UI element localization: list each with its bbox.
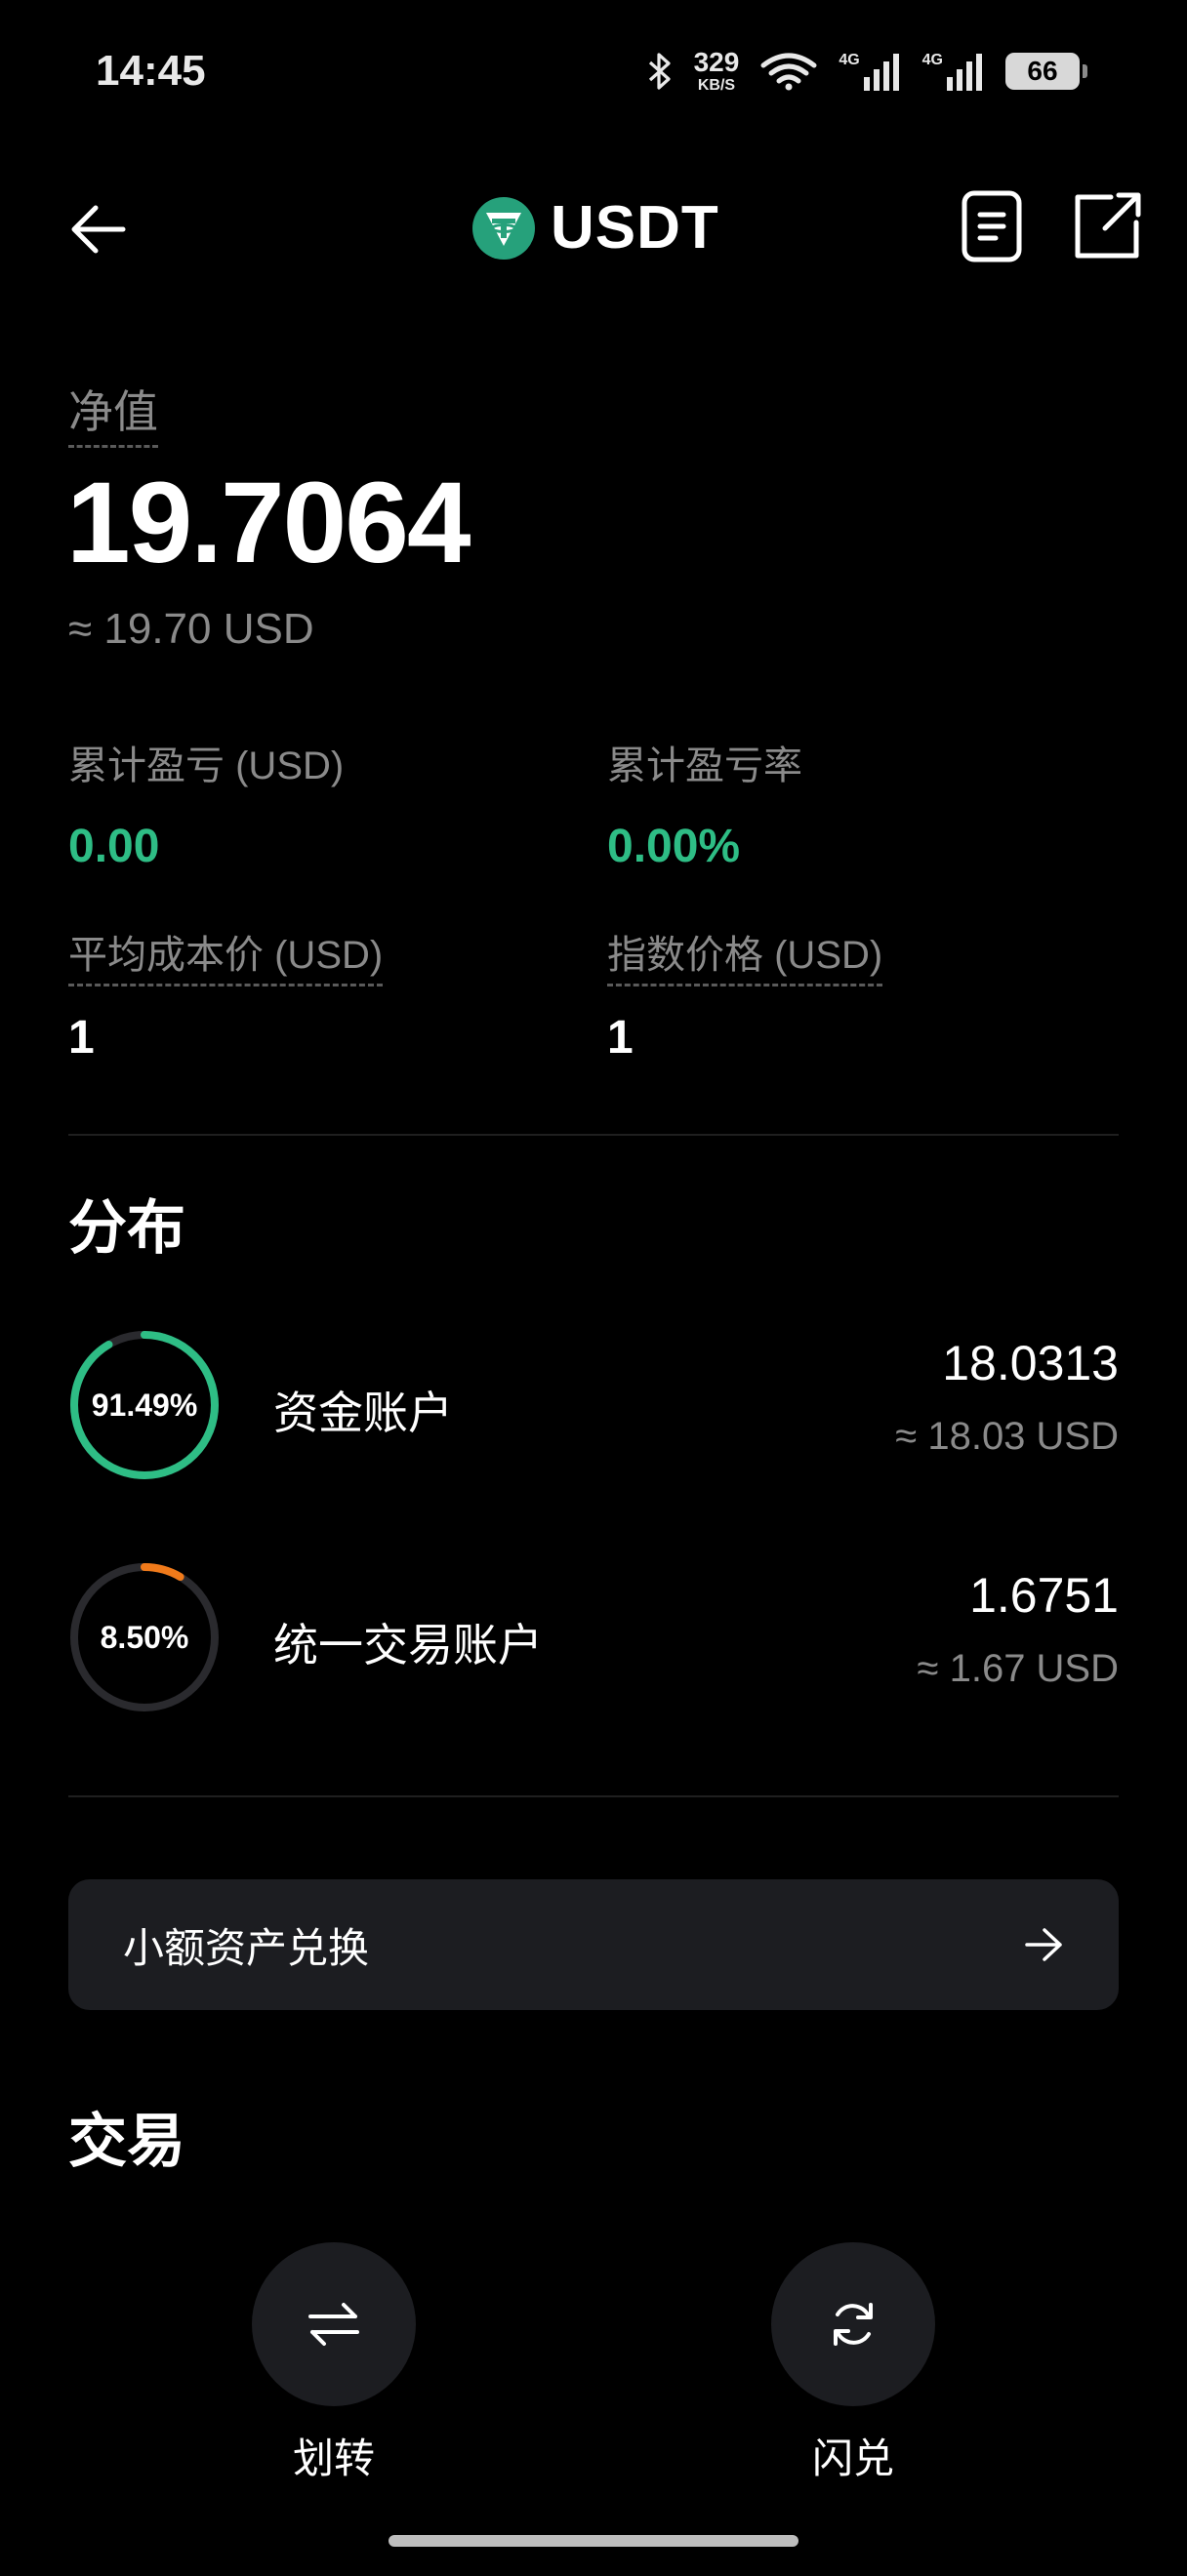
flash-swap-label: 闪兑 — [811, 2435, 894, 2481]
network-speed: 329 KB/S — [694, 49, 740, 94]
account-amount: 1.6751 — [969, 1568, 1119, 1623]
flash-swap-action[interactable]: 闪兑 — [756, 2242, 951, 2485]
distribution-title: 分布 — [68, 1195, 185, 1261]
header-title-group: USDT — [472, 193, 719, 262]
share-external-icon — [1075, 192, 1141, 259]
flash-swap-button[interactable] — [771, 2242, 935, 2406]
signal-bars-icon — [947, 54, 982, 91]
index-price-label[interactable]: 指数价格 (USD) — [607, 923, 883, 986]
cell-signal-2: 4G — [922, 52, 984, 91]
transfer-button[interactable] — [252, 2242, 416, 2406]
net-value-label[interactable]: 净值 — [68, 377, 158, 448]
distribution-ring: 91.49% — [70, 1331, 219, 1479]
avg-cost-value: 1 — [68, 1012, 95, 1064]
signal-bars-icon — [863, 54, 899, 91]
status-time: 14:45 — [96, 47, 206, 95]
account-name: 资金账户 — [273, 1388, 453, 1438]
back-button[interactable] — [59, 190, 137, 268]
refresh-swap-icon — [834, 2303, 873, 2346]
small-asset-exchange-button[interactable]: 小额资产兑换 — [68, 1879, 1119, 2010]
divider — [68, 1795, 1119, 1797]
net-value-usd: ≈ 19.70 USD — [68, 605, 314, 653]
cell-signal-1-label: 4G — [839, 52, 860, 68]
transfer-arrows-icon — [308, 2303, 359, 2346]
divider — [68, 1134, 1119, 1136]
cum-pnl-value: 0.00 — [68, 821, 160, 872]
account-row-funding[interactable]: 91.49% 资金账户 18.0313 ≈ 18.03 USD — [68, 1329, 1119, 1481]
transfer-label: 划转 — [292, 2435, 375, 2481]
account-percent: 8.50% — [101, 1620, 189, 1655]
arrow-right-icon — [1025, 1928, 1062, 1961]
share-button[interactable] — [1068, 187, 1146, 265]
net-value: 19.7064 — [66, 459, 471, 587]
index-price-value: 1 — [607, 1012, 634, 1064]
home-indicator[interactable] — [389, 2535, 798, 2547]
battery-indicator: 66 — [1005, 53, 1087, 90]
account-name: 统一交易账户 — [273, 1620, 543, 1670]
small-asset-exchange-label: 小额资产兑换 — [123, 1924, 370, 1971]
cum-pnl-label: 累计盈亏 (USD) — [68, 745, 345, 787]
network-speed-unit: KB/S — [697, 77, 736, 94]
document-icon — [962, 190, 1022, 262]
document-button[interactable] — [957, 187, 1027, 265]
account-usd: ≈ 18.03 USD — [895, 1415, 1119, 1458]
wifi-icon — [760, 53, 817, 91]
status-icons: 329 KB/S 4G 4G 66 — [647, 49, 1087, 94]
account-usd: ≈ 1.67 USD — [917, 1647, 1119, 1690]
trade-title: 交易 — [68, 2109, 185, 2174]
avg-cost-label[interactable]: 平均成本价 (USD) — [68, 923, 384, 986]
cell-signal-2-label: 4G — [921, 52, 943, 68]
cum-pnl-rate-label: 累计盈亏率 — [607, 745, 802, 787]
cum-pnl-rate-value: 0.00% — [607, 821, 741, 872]
arrow-left-icon — [71, 205, 126, 254]
distribution-ring: 8.50% — [70, 1563, 219, 1711]
account-amount: 18.0313 — [942, 1336, 1119, 1390]
bluetooth-icon — [648, 53, 671, 90]
usdt-logo-icon — [472, 196, 535, 260]
account-row-unified[interactable]: 8.50% 统一交易账户 1.6751 ≈ 1.67 USD — [68, 1561, 1119, 1713]
transfer-action[interactable]: 划转 — [236, 2242, 431, 2485]
network-speed-value: 329 — [693, 47, 740, 77]
page-title: USDT — [551, 194, 719, 262]
cell-signal-1: 4G — [839, 52, 900, 91]
account-percent: 91.49% — [92, 1388, 198, 1423]
